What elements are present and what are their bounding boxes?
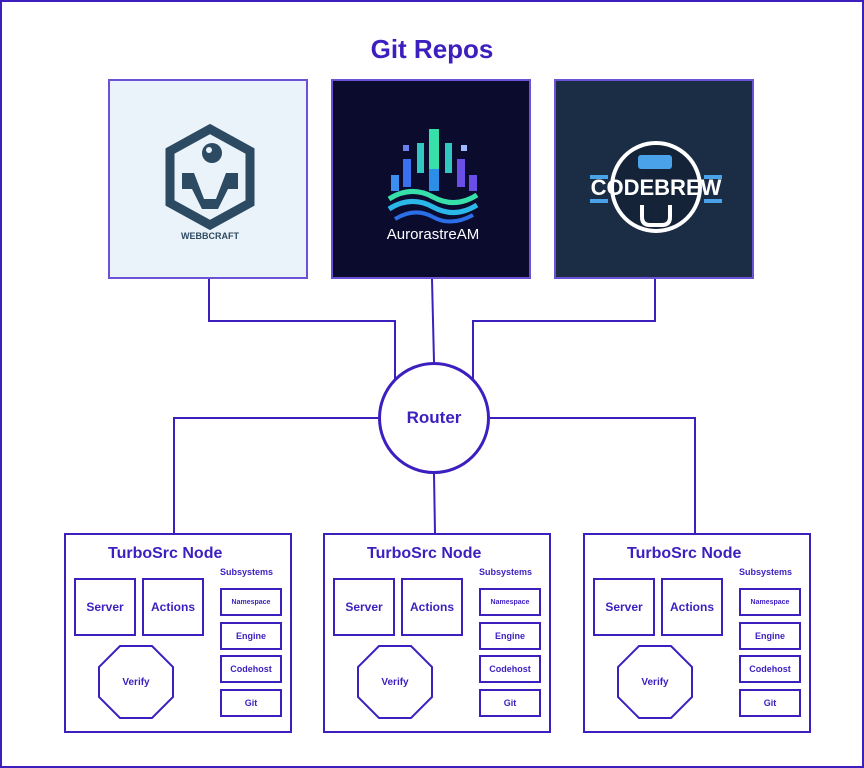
- actions-component: Actions: [142, 578, 204, 636]
- subsystem-namespace: Namespace: [220, 588, 282, 616]
- verify-component: Verify: [98, 645, 174, 719]
- diagram-title: Git Repos: [370, 34, 494, 64]
- subsystems-title: Subsystems: [220, 567, 274, 577]
- verify-component: Verify: [617, 645, 693, 719]
- subsystem-engine: Engine: [220, 622, 282, 650]
- repo-codebrew: CODEBREW: [554, 79, 754, 279]
- subsystem-codehost: Codehost: [739, 655, 801, 683]
- edge-codebrew-router: [472, 279, 656, 380]
- subsystem-namespace: Namespace: [479, 588, 541, 616]
- edge-webbcraft-router: [208, 279, 396, 380]
- server-component: Server: [74, 578, 136, 636]
- router-label: Router: [406, 408, 462, 427]
- turbosrc-node-3: TurboSrc Node Subsystems Server Actions …: [583, 533, 811, 733]
- subsystem-codehost: Codehost: [479, 655, 541, 683]
- subsystem-engine: Engine: [479, 622, 541, 650]
- repo-webbcraft: WEBBCRAFT: [108, 79, 308, 279]
- aurorastream-wordmark: AurorastreAM: [387, 226, 480, 243]
- subsystems-title: Subsystems: [479, 567, 533, 577]
- actions-component: Actions: [401, 578, 463, 636]
- subsystem-namespace: Namespace: [739, 588, 801, 616]
- aurorastream-logo-icon: AurorastreAM: [387, 129, 480, 243]
- edge-router-node-2: [433, 473, 436, 534]
- subsystem-engine: Engine: [739, 622, 801, 650]
- subsystem-git: Git: [220, 689, 282, 717]
- node-title: TurboSrc Node: [627, 545, 742, 562]
- subsystems-title: Subsystems: [739, 567, 793, 577]
- edge-router-node-1: [173, 417, 378, 533]
- subsystem-git: Git: [479, 689, 541, 717]
- edge-aurorastream-router: [431, 278, 435, 363]
- verify-label: Verify: [381, 676, 409, 688]
- subsystem-codehost: Codehost: [220, 655, 282, 683]
- verify-label: Verify: [122, 676, 150, 688]
- verify-label: Verify: [641, 676, 669, 688]
- edge-router-node-3: [490, 417, 696, 533]
- actions-component: Actions: [661, 578, 723, 636]
- subsystem-git: Git: [739, 689, 801, 717]
- codebrew-wordmark: CODEBREW: [591, 175, 722, 200]
- webbcraft-logo-icon: WEBBCRAFT: [165, 123, 255, 241]
- node-title: TurboSrc Node: [367, 545, 482, 562]
- verify-component: Verify: [357, 645, 433, 719]
- server-component: Server: [333, 578, 395, 636]
- repo-aurorastream: AurorastreAM: [331, 79, 531, 279]
- turbosrc-node-1: TurboSrc Node Subsystems Server Actions …: [64, 533, 292, 733]
- turbosrc-node-2: TurboSrc Node Subsystems Server Actions …: [323, 533, 551, 733]
- server-component: Server: [593, 578, 655, 636]
- node-title: TurboSrc Node: [108, 545, 223, 562]
- router-node: Router: [378, 362, 490, 474]
- webbcraft-wordmark: WEBBCRAFT: [181, 231, 239, 241]
- codebrew-logo-icon: CODEBREW: [590, 141, 722, 233]
